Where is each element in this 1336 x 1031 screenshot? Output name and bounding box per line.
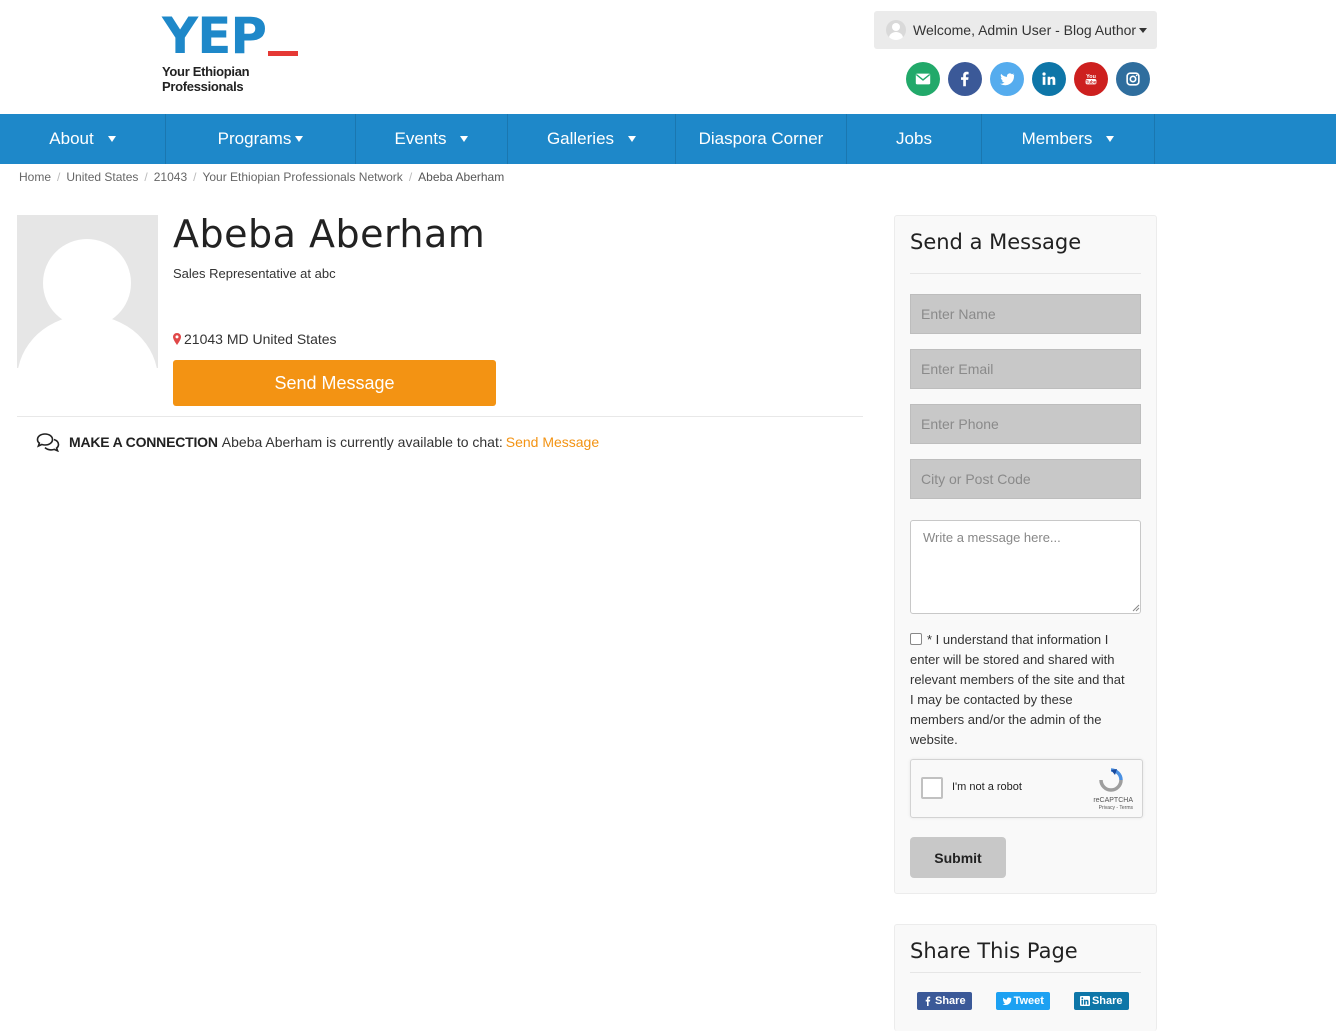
- caret-down-icon: [107, 136, 116, 142]
- nav-item-members[interactable]: Members: [982, 114, 1155, 164]
- city-input[interactable]: [910, 459, 1141, 499]
- instagram-icon[interactable]: [1116, 62, 1150, 96]
- recaptcha-brand: reCAPTCHA: [1093, 797, 1133, 804]
- recaptcha-label: I'm not a robot: [952, 781, 1022, 793]
- chat-bubbles-icon: [36, 433, 60, 452]
- profile-title: Sales Representative at abc: [173, 266, 336, 281]
- main-nav: About Programs Events Galleries Diaspora…: [0, 114, 1336, 164]
- divider: [910, 972, 1141, 973]
- map-pin-icon: [173, 333, 181, 345]
- caret-down-icon: [460, 136, 469, 142]
- nav-item-events[interactable]: Events: [356, 114, 508, 164]
- recaptcha-logo-icon: [1099, 768, 1123, 792]
- facebook-icon: [925, 996, 931, 1006]
- linkedin-icon[interactable]: [1032, 62, 1066, 96]
- share-panel: Share This Page Share Tweet Share: [894, 924, 1157, 1031]
- user-menu-button[interactable]: Welcome, Admin User - Blog Author: [874, 11, 1157, 49]
- panel-title: Send a Message: [910, 230, 1082, 254]
- profile-location-text: 21043 MD United States: [184, 331, 337, 347]
- breadcrumb-current: Abeba Aberham: [418, 170, 505, 184]
- share-title: Share This Page: [910, 939, 1078, 963]
- connect-send-message-link[interactable]: Send Message: [506, 434, 599, 450]
- breadcrumb: Home / United States/ 21043/ Your Ethiopi…: [19, 170, 505, 184]
- site-logo[interactable]: YEP Your Ethiopian Professionals: [162, 7, 332, 94]
- twitter-icon[interactable]: [990, 62, 1024, 96]
- consent-text: * I understand that information I enter …: [910, 632, 1125, 747]
- email-input[interactable]: [910, 349, 1141, 389]
- submit-button[interactable]: Submit: [910, 837, 1006, 878]
- welcome-text: Welcome, Admin User - Blog Author: [913, 22, 1137, 38]
- caret-down-icon: [1106, 136, 1115, 142]
- phone-input[interactable]: [910, 404, 1141, 444]
- nav-item-about[interactable]: About: [0, 114, 166, 164]
- send-message-button[interactable]: Send Message: [173, 360, 496, 406]
- caret-down-icon: [628, 136, 637, 142]
- nav-item-diaspora-corner[interactable]: Diaspora Corner: [676, 114, 847, 164]
- nav-item-jobs[interactable]: Jobs: [847, 114, 982, 164]
- breadcrumb-network[interactable]: Your Ethiopian Professionals Network: [202, 170, 402, 184]
- twitter-icon: [1002, 997, 1012, 1006]
- divider: [17, 416, 863, 417]
- breadcrumb-home[interactable]: Home: [19, 170, 51, 184]
- profile-name: Abeba Aberham: [173, 212, 486, 256]
- nav-item-galleries[interactable]: Galleries: [508, 114, 676, 164]
- caret-down-icon: [295, 136, 304, 142]
- linkedin-icon: [1079, 996, 1090, 1006]
- divider: [910, 273, 1141, 274]
- recaptcha-checkbox[interactable]: [921, 777, 943, 799]
- message-textarea[interactable]: [910, 520, 1141, 614]
- connect-heading: MAKE A CONNECTION: [69, 434, 218, 450]
- profile-location: 21043 MD United States: [173, 331, 337, 347]
- twitter-share-button[interactable]: Tweet: [995, 992, 1050, 1010]
- consent-checkbox[interactable]: [910, 633, 922, 645]
- resize-grip-icon[interactable]: [1132, 604, 1140, 612]
- logo-underscore: [268, 51, 299, 56]
- facebook-share-button[interactable]: Share: [917, 992, 972, 1010]
- social-links: You Tube: [906, 62, 1150, 96]
- share-buttons: Share Tweet Share: [917, 992, 1153, 1010]
- send-message-panel: Send a Message * I understand that infor…: [894, 215, 1157, 894]
- recaptcha-widget: I'm not a robot reCAPTCHA Privacy - Term…: [910, 759, 1143, 818]
- profile-avatar: [17, 215, 158, 368]
- connect-text: Abeba Aberham is currently available to …: [221, 434, 503, 450]
- breadcrumb-country[interactable]: United States: [66, 170, 138, 184]
- recaptcha-terms-link[interactable]: Privacy - Terms: [1099, 805, 1133, 811]
- facebook-icon[interactable]: [948, 62, 982, 96]
- user-avatar-icon: [886, 20, 906, 40]
- logo-tagline: Your Ethiopian Professionals: [162, 64, 250, 94]
- youtube-icon[interactable]: You Tube: [1074, 62, 1108, 96]
- linkedin-share-button[interactable]: Share: [1073, 992, 1129, 1010]
- caret-down-icon: [1139, 27, 1148, 33]
- logo-mark: YEP: [162, 7, 267, 65]
- nav-item-programs[interactable]: Programs: [166, 114, 356, 164]
- connection-line: MAKE A CONNECTION Abeba Aberham is curre…: [36, 432, 599, 452]
- breadcrumb-zip[interactable]: 21043: [154, 170, 187, 184]
- consent-block: * I understand that information I enter …: [910, 630, 1130, 750]
- name-input[interactable]: [910, 294, 1141, 334]
- email-icon[interactable]: [906, 62, 940, 96]
- svg-text:Tube: Tube: [1086, 80, 1097, 85]
